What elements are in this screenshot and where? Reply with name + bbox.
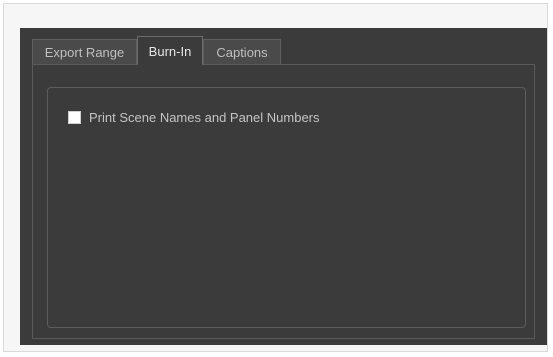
burn-in-panel: Print Scene Names and Panel Numbers (32, 64, 535, 339)
tab-export-range[interactable]: Export Range (32, 39, 137, 64)
print-scene-names-label: Print Scene Names and Panel Numbers (89, 110, 320, 125)
screenshot-frame: Export Range Burn-In Captions Print Scen… (3, 3, 548, 352)
print-scene-names-option[interactable]: Print Scene Names and Panel Numbers (68, 110, 320, 125)
tab-captions[interactable]: Captions (203, 39, 281, 64)
burn-in-options-group: Print Scene Names and Panel Numbers (47, 87, 526, 328)
export-dialog: Export Range Burn-In Captions Print Scen… (20, 28, 547, 345)
print-scene-names-checkbox[interactable] (68, 111, 81, 124)
tab-bar: Export Range Burn-In Captions (32, 36, 532, 65)
tab-burn-in[interactable]: Burn-In (137, 36, 203, 65)
